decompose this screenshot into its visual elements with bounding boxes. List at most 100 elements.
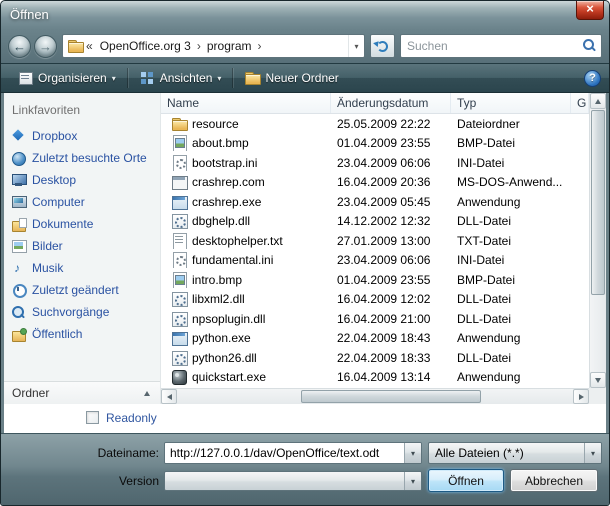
file-type: INI-Datei [451, 156, 571, 170]
version-dropdown-button[interactable]: ▾ [404, 472, 421, 490]
file-row[interactable]: npsoplugin.dll 16.04.2009 21:00 DLL-Date… [161, 309, 589, 329]
sidebar-item-recent-changed[interactable]: Zuletzt geändert [4, 279, 160, 301]
file-name: quickstart.exe [192, 370, 266, 384]
filetype-dropdown-button[interactable]: ▾ [584, 443, 601, 463]
version-label: Version [1, 474, 159, 488]
refresh-button[interactable] [370, 34, 395, 58]
new-folder-label: Neuer Ordner [265, 71, 338, 85]
file-date: 16.04.2009 20:36 [331, 175, 451, 189]
sidebar-item-label: Desktop [32, 173, 76, 187]
sidebar-item-label: Öffentlich [32, 327, 82, 341]
breadcrumb[interactable]: « OpenOffice.org 3 › program › ▾ [62, 34, 365, 58]
breadcrumb-overflow-button[interactable]: « [83, 39, 96, 53]
sidebar-item-pictures[interactable]: Bilder [4, 235, 160, 257]
file-row[interactable]: about.bmp 01.04.2009 23:55 BMP-Datei [161, 134, 589, 154]
searches-icon [11, 305, 26, 320]
back-button[interactable]: ← [8, 35, 31, 58]
version-dropdown[interactable]: ▾ [164, 471, 422, 491]
toolbar-separator [127, 68, 128, 88]
column-header-type[interactable]: Typ [451, 93, 571, 113]
file-type-icon [171, 174, 187, 190]
new-folder-button[interactable]: Neuer Ordner [236, 66, 346, 90]
sidebar-item-documents[interactable]: Dokumente [4, 213, 160, 235]
file-row[interactable]: intro.bmp 01.04.2009 23:55 BMP-Datei [161, 270, 589, 290]
titlebar: Öffnen × [1, 1, 609, 29]
file-type: DLL-Datei [451, 351, 571, 365]
public-icon [11, 327, 26, 342]
file-type-icon [171, 252, 187, 268]
column-header-name[interactable]: Name [161, 93, 331, 113]
new-folder-icon [244, 70, 260, 86]
file-name: dbghelp.dll [192, 214, 250, 228]
open-button[interactable]: Öffnen [428, 469, 504, 492]
file-date: 01.04.2009 23:55 [331, 273, 451, 287]
file-row[interactable]: libxml2.dll 16.04.2009 12:02 DLL-Datei [161, 290, 589, 310]
sidebar-item-dropbox[interactable]: Dropbox [4, 125, 160, 147]
file-row[interactable]: python.exe 22.04.2009 18:43 Anwendung [161, 329, 589, 349]
search-box[interactable] [400, 34, 602, 58]
file-rows: resource 25.05.2009 22:22 Dateiordner ab… [161, 114, 589, 388]
cancel-button[interactable]: Abbrechen [510, 469, 598, 492]
organize-button[interactable]: Organisieren ▾ [9, 66, 124, 90]
sidebar-item-searches[interactable]: Suchvorgänge [4, 301, 160, 323]
search-input[interactable] [407, 39, 581, 53]
horizontal-scrollbar[interactable] [161, 388, 589, 404]
file-type: DLL-Datei [451, 214, 571, 228]
breadcrumb-history-button[interactable]: ▾ [348, 35, 364, 57]
breadcrumb-segment[interactable]: OpenOffice.org 3 [96, 39, 195, 53]
help-button[interactable]: ? [584, 70, 601, 87]
scroll-right-button[interactable] [573, 389, 589, 404]
sidebar-item-music[interactable]: Musik [4, 257, 160, 279]
file-date: 16.04.2009 13:14 [331, 370, 451, 384]
file-type: DLL-Datei [451, 292, 571, 306]
close-button[interactable]: × [576, 1, 604, 20]
documents-icon [11, 217, 26, 232]
sidebar-item-public[interactable]: Öffentlich [4, 323, 160, 345]
sidebar-item-recent-places[interactable]: Zuletzt besuchte Orte [4, 147, 160, 169]
file-row[interactable]: quickstart.exe 16.04.2009 13:14 Anwendun… [161, 368, 589, 388]
sidebar-item-desktop[interactable]: Desktop [4, 169, 160, 191]
breadcrumb-separator-icon[interactable]: › [256, 39, 264, 53]
file-type: Anwendung [451, 195, 571, 209]
scroll-up-button[interactable] [590, 93, 606, 109]
vertical-scrollbar-thumb[interactable] [591, 110, 605, 295]
column-header-date[interactable]: Änderungsdatum [331, 93, 451, 113]
vertical-scrollbar[interactable] [589, 93, 606, 388]
scroll-down-button[interactable] [590, 372, 606, 388]
file-row[interactable]: bootstrap.ini 23.04.2009 06:06 INI-Datei [161, 153, 589, 173]
file-date: 22.04.2009 18:43 [331, 331, 451, 345]
music-icon [11, 261, 26, 276]
column-header-size[interactable]: G [571, 93, 589, 113]
file-date: 27.01.2009 13:00 [331, 234, 451, 248]
file-row[interactable]: fundamental.ini 23.04.2009 06:06 INI-Dat… [161, 251, 589, 271]
filename-combobox[interactable]: ▾ [164, 442, 422, 464]
chevron-down-icon: ▾ [411, 449, 415, 458]
folders-expander[interactable]: Ordner [4, 381, 160, 404]
file-type-icon [171, 194, 187, 210]
file-row[interactable]: resource 25.05.2009 22:22 Dateiordner [161, 114, 589, 134]
filetype-dropdown[interactable]: Alle Dateien (*.*) ▾ [428, 442, 602, 464]
horizontal-scrollbar-thumb[interactable] [301, 390, 481, 403]
views-button[interactable]: Ansichten ▾ [131, 66, 230, 90]
file-name: resource [192, 117, 239, 131]
breadcrumb-separator-icon[interactable]: › [195, 39, 203, 53]
readonly-checkbox[interactable] [86, 411, 99, 424]
file-type: BMP-Datei [451, 136, 571, 150]
filename-dropdown-button[interactable]: ▾ [404, 443, 421, 463]
scroll-left-button[interactable] [161, 389, 177, 404]
breadcrumb-segment[interactable]: program [203, 39, 256, 53]
forward-button[interactable]: → [34, 35, 57, 58]
file-row[interactable]: crashrep.exe 23.04.2009 05:45 Anwendung [161, 192, 589, 212]
views-label: Ansichten [160, 71, 213, 85]
file-type: Anwendung [451, 370, 571, 384]
filename-input[interactable] [165, 443, 404, 463]
file-row[interactable]: dbghelp.dll 14.12.2002 12:32 DLL-Datei [161, 212, 589, 232]
triangle-right-icon [579, 394, 584, 400]
file-row[interactable]: python26.dll 22.04.2009 18:33 DLL-Datei [161, 348, 589, 368]
file-row[interactable]: desktophelper.txt 27.01.2009 13:00 TXT-D… [161, 231, 589, 251]
readonly-label[interactable]: Readonly [106, 411, 157, 425]
sidebar-item-computer[interactable]: Computer [4, 191, 160, 213]
file-type-icon [171, 213, 187, 229]
file-row[interactable]: crashrep.com 16.04.2009 20:36 MS-DOS-Anw… [161, 173, 589, 193]
file-date: 01.04.2009 23:55 [331, 136, 451, 150]
